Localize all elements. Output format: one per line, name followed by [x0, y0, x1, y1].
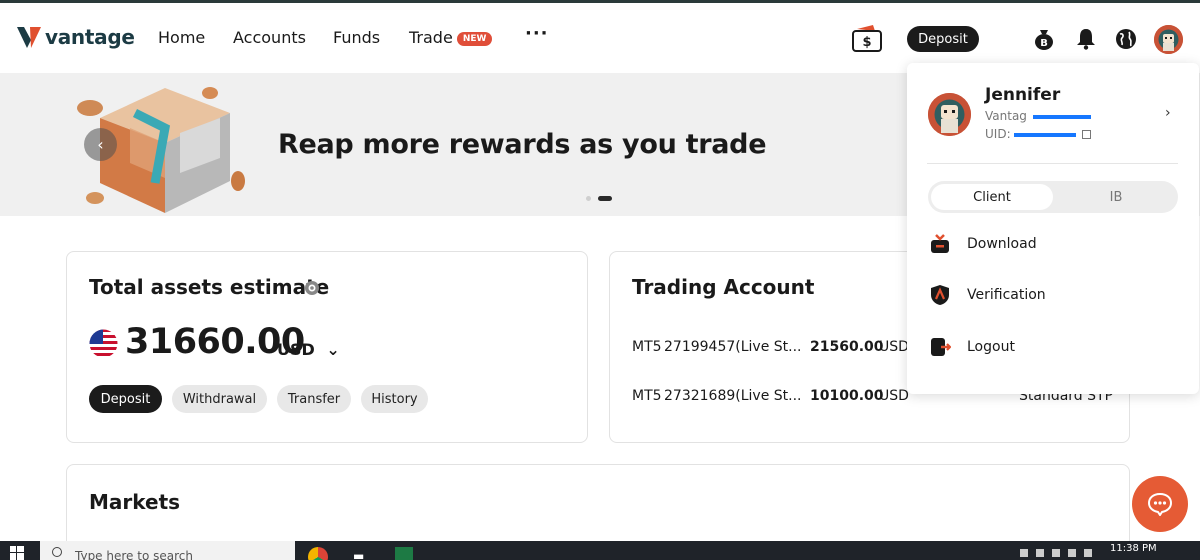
divider — [927, 163, 1178, 164]
copy-icon[interactable] — [1082, 130, 1092, 139]
withdrawal-button[interactable]: Withdrawal — [172, 385, 267, 413]
menu-item-label: Verification — [967, 287, 1046, 303]
logo-text: vantage — [45, 25, 135, 49]
deposit-button[interactable]: Deposit — [89, 385, 162, 413]
header-deposit-button[interactable]: Deposit — [907, 26, 979, 52]
redaction-scribble — [1032, 114, 1091, 119]
taskbar-clock[interactable]: 11:38 PM — [1110, 543, 1157, 554]
user-server-text: Vantag — [985, 109, 1027, 123]
user-uid-label: UID: — [985, 127, 1011, 141]
download-icon — [928, 232, 952, 256]
svg-text:$: $ — [862, 35, 871, 50]
chrome-icon[interactable] — [308, 547, 328, 560]
notifications-bell-icon[interactable] — [1075, 27, 1097, 51]
transfer-button[interactable]: Transfer — [277, 385, 351, 413]
redaction-scribble — [1014, 132, 1077, 137]
user-server: Vantag — [985, 109, 1091, 123]
windows-start-icon[interactable] — [10, 546, 24, 560]
user-menu-dropdown: Jennifer Vantag UID: › Client IB Downloa… — [907, 63, 1199, 394]
segment-ib[interactable]: IB — [1055, 184, 1177, 210]
vantage-logo-icon — [17, 27, 41, 48]
tradingview-icon[interactable]: ▬ — [353, 549, 364, 560]
search-icon — [52, 547, 62, 557]
taskbar-search-placeholder: Type here to search — [75, 549, 193, 560]
total-assets-title: Total assets estimate — [89, 275, 330, 299]
menu-item-label: Download — [967, 236, 1037, 252]
shield-icon — [928, 283, 952, 307]
new-badge: NEW — [456, 32, 493, 46]
total-assets-card: Total assets estimate 31660.00 USD ⌄ Dep… — [66, 251, 588, 443]
language-globe-icon[interactable] — [1114, 27, 1137, 51]
more-menu-button[interactable]: ··· — [525, 23, 549, 44]
account-currency: USD — [879, 388, 909, 404]
user-avatar — [928, 93, 971, 136]
currency-label: USD — [277, 340, 315, 359]
system-tray-icons[interactable] — [1020, 549, 1100, 559]
role-segment-control: Client IB — [928, 181, 1178, 213]
bitcoin-wallet-icon[interactable]: B — [1033, 27, 1055, 51]
chevron-right-icon[interactable]: › — [1165, 105, 1171, 121]
account-platform: MT5 — [632, 388, 662, 404]
us-flag-icon — [89, 329, 118, 358]
trading-account-title: Trading Account — [632, 275, 815, 299]
menu-item-logout[interactable]: Logout — [928, 332, 1178, 362]
banner-title: Reap more rewards as you trade — [278, 129, 767, 160]
user-uid: UID: — [985, 127, 1092, 141]
svg-text:B: B — [1040, 38, 1048, 49]
menu-item-label: Logout — [967, 339, 1015, 355]
nav-accounts[interactable]: Accounts — [233, 28, 306, 47]
windows-taskbar: Type here to search ▬ 11:38 PM — [0, 541, 1200, 560]
logout-icon — [928, 335, 952, 359]
promotions-ticket-icon[interactable]: $ — [851, 24, 883, 54]
segment-client[interactable]: Client — [931, 184, 1053, 210]
account-platform: MT5 — [632, 339, 662, 355]
nav-trade-label: Trade — [409, 28, 453, 47]
chat-bubble-icon — [1147, 492, 1173, 516]
user-avatar-button[interactable] — [1154, 25, 1183, 54]
user-name: Jennifer — [985, 85, 1061, 105]
nav-funds[interactable]: Funds — [333, 28, 380, 47]
currency-selector[interactable]: USD ⌄ — [277, 340, 340, 359]
vantage-logo[interactable]: vantage — [16, 24, 135, 50]
markets-title: Markets — [89, 490, 181, 514]
nav-trade[interactable]: Trade NEW — [409, 28, 493, 47]
menu-item-verification[interactable]: Verification — [928, 280, 1178, 310]
chevron-down-icon: ⌄ — [326, 340, 340, 359]
carousel-dot-2-active[interactable] — [598, 196, 612, 201]
account-currency: USD — [879, 339, 909, 355]
account-balance: 21560.00 — [810, 339, 884, 355]
eye-toggle-icon[interactable] — [304, 280, 320, 296]
history-button[interactable]: History — [361, 385, 428, 413]
menu-item-download[interactable]: Download — [928, 229, 1178, 259]
banner-prev-button[interactable]: ‹ — [84, 128, 117, 161]
account-number: 27321689(Live St... — [664, 388, 802, 404]
carousel-dot-1[interactable] — [586, 196, 591, 201]
taskbar-search-box[interactable]: Type here to search — [40, 541, 295, 560]
live-chat-button[interactable] — [1132, 476, 1188, 532]
account-balance: 10100.00 — [810, 388, 884, 404]
nav-home[interactable]: Home — [158, 28, 205, 47]
account-number: 27199457(Live St... — [664, 339, 802, 355]
excel-icon[interactable] — [395, 547, 413, 560]
